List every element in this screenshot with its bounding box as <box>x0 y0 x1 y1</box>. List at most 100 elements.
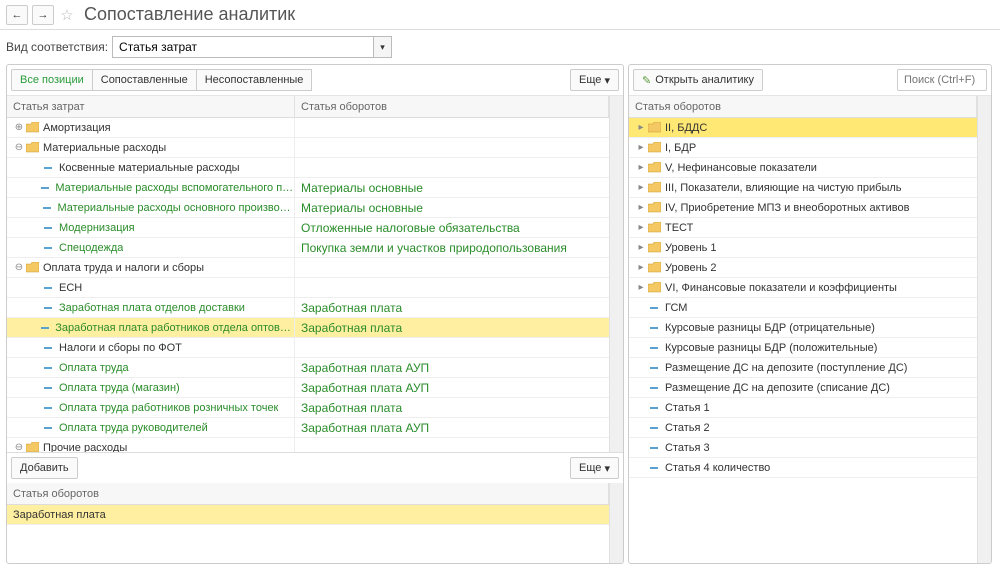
left-scrollbar[interactable] <box>609 96 623 452</box>
folder-icon <box>25 442 39 453</box>
tab-all-positions[interactable]: Все позиции <box>11 69 93 91</box>
leaf-icon <box>41 342 55 354</box>
left-grid-body[interactable]: ⊕ Амортизация ⊖Материальные расходыКосвенн… <box>7 118 609 452</box>
folder-icon <box>647 282 661 294</box>
tree-row[interactable]: Оплата трудаЗаработная плата АУП <box>7 358 609 378</box>
right-tree-row[interactable]: ▸II, БДДС <box>629 118 977 138</box>
expander-icon[interactable]: ▸ <box>635 242 647 253</box>
leaf-icon <box>647 402 661 414</box>
search-input[interactable] <box>897 69 987 91</box>
right-tree-row[interactable]: Курсовые разницы БДР (положительные) <box>629 338 977 358</box>
tree-row[interactable]: Косвенные материальные расходы <box>7 158 609 178</box>
tree-row[interactable]: СпецодеждаПокупка земли и участков приро… <box>7 238 609 258</box>
row-mapping: Заработная плата <box>295 321 609 335</box>
row-mapping: Материалы основные <box>295 201 609 215</box>
expander-icon[interactable]: ⊖ <box>13 142 25 153</box>
filter-dropdown-button[interactable]: ▾ <box>374 36 392 58</box>
tree-row[interactable]: Оплата труда работников розничных точекЗ… <box>7 398 609 418</box>
tree-row[interactable]: ⊖Прочие расходы <box>7 438 609 452</box>
tree-row[interactable]: Заработная плата работников отдела оптов… <box>7 318 609 338</box>
tree-row[interactable]: Заработная плата отделов доставкиЗаработ… <box>7 298 609 318</box>
row-label: Уровень 1 <box>665 242 717 254</box>
expander-icon[interactable]: ▸ <box>635 282 647 293</box>
right-tree-row[interactable]: ▸ Уровень 1 <box>629 238 977 258</box>
expander-icon[interactable]: ⊕ <box>13 122 25 133</box>
nav-forward-button[interactable]: → <box>32 5 54 25</box>
right-col-header[interactable]: Статья оборотов <box>629 96 977 117</box>
folder-icon <box>647 162 661 174</box>
bottom-row[interactable]: Заработная плата <box>7 505 609 525</box>
expander-icon[interactable]: ▸ <box>635 202 647 213</box>
folder-icon <box>647 262 661 274</box>
right-tree-row[interactable]: ▸III, Показатели, влияющие на чистую при… <box>629 178 977 198</box>
right-tree-row[interactable]: ГСМ <box>629 298 977 318</box>
tab-matched[interactable]: Сопоставленные <box>92 69 197 91</box>
open-analytic-button[interactable]: ✎ Открыть аналитику <box>633 69 763 91</box>
tree-row[interactable]: МодернизацияОтложенные налоговые обязате… <box>7 218 609 238</box>
tree-row[interactable]: ⊕ Амортизация <box>7 118 609 138</box>
tree-row[interactable]: Оплата труда (магазин)Заработная плата А… <box>7 378 609 398</box>
row-label: Статья 3 <box>665 442 710 454</box>
expander-icon[interactable]: ⊖ <box>13 262 25 273</box>
right-tree-row[interactable]: Статья 1 <box>629 398 977 418</box>
nav-back-button[interactable]: ← <box>6 5 28 25</box>
favorite-star-icon[interactable]: ☆ <box>58 6 76 24</box>
folder-icon <box>25 262 39 274</box>
bottom-scrollbar[interactable] <box>609 483 623 563</box>
left-col-turnover[interactable]: Статья оборотов <box>295 96 609 117</box>
row-label: Спецодежда <box>59 242 123 254</box>
row-label: Амортизация <box>43 122 111 134</box>
tree-row[interactable]: Материальные расходы основного производс… <box>7 198 609 218</box>
row-label: Статья 1 <box>665 402 710 414</box>
right-tree-row[interactable]: ▸Уровень 2 <box>629 258 977 278</box>
right-scrollbar[interactable] <box>977 96 991 563</box>
expander-icon[interactable]: ⊖ <box>13 442 25 452</box>
folder-icon <box>647 222 661 234</box>
right-grid-body[interactable]: ▸II, БДДС▸I, БДР▸V, Нефинансовые показат… <box>629 118 977 563</box>
right-tree-row[interactable]: ▸I, БДР <box>629 138 977 158</box>
right-tree-row[interactable]: Размещение ДС на депозите (списание ДС) <box>629 378 977 398</box>
expander-icon[interactable]: ▸ <box>635 142 647 153</box>
filter-select-input[interactable] <box>112 36 374 58</box>
right-tree-row[interactable]: Курсовые разницы БДР (отрицательные) <box>629 318 977 338</box>
right-tree-row[interactable]: Статья 4 количество <box>629 458 977 478</box>
tree-row[interactable]: ЕСН <box>7 278 609 298</box>
leaf-icon <box>41 242 55 254</box>
row-label: VI, Финансовые показатели и коэффициенты <box>665 282 897 294</box>
row-label: Статья 2 <box>665 422 710 434</box>
right-tree-row[interactable]: Статья 2 <box>629 418 977 438</box>
bottom-grid-body[interactable]: Заработная плата <box>7 505 609 563</box>
tree-row[interactable]: Оплата труда руководителейЗаработная пла… <box>7 418 609 438</box>
folder-icon <box>647 202 661 214</box>
row-label: IV, Приобретение МПЗ и внеоборотных акти… <box>665 202 909 214</box>
expander-icon[interactable]: ▸ <box>635 262 647 273</box>
tree-row[interactable]: Налоги и сборы по ФОТ <box>7 338 609 358</box>
add-button[interactable]: Добавить <box>11 457 78 479</box>
row-label: ТЕСТ <box>665 222 693 234</box>
expander-icon[interactable]: ▸ <box>635 122 647 133</box>
tree-row[interactable]: Материальные расходы вспомогательного пр… <box>7 178 609 198</box>
right-tree-row[interactable]: Размещение ДС на депозите (поступление Д… <box>629 358 977 378</box>
bottom-more-button[interactable]: Еще ▾ <box>570 457 619 479</box>
tab-unmatched[interactable]: Несопоставленные <box>196 69 313 91</box>
left-more-button[interactable]: Еще ▾ <box>570 69 619 91</box>
leaf-icon <box>41 402 55 414</box>
right-tree-row[interactable]: ▸ ТЕСТ <box>629 218 977 238</box>
left-col-costs[interactable]: Статья затрат <box>7 96 295 117</box>
right-tree-row[interactable]: ▸V, Нефинансовые показатели <box>629 158 977 178</box>
folder-icon <box>647 182 661 194</box>
filter-label: Вид соответствия: <box>6 40 108 54</box>
tree-row[interactable]: ⊖Оплата труда и налоги и сборы <box>7 258 609 278</box>
expander-icon[interactable]: ▸ <box>635 162 647 173</box>
right-tree-row[interactable]: Статья 3 <box>629 438 977 458</box>
folder-icon <box>647 122 661 134</box>
expander-icon[interactable]: ▸ <box>635 222 647 233</box>
leaf-icon <box>41 222 55 234</box>
row-label: ГСМ <box>665 302 687 314</box>
tree-row[interactable]: ⊖Материальные расходы <box>7 138 609 158</box>
right-tree-row[interactable]: ▸ IV, Приобретение МПЗ и внеоборотных акт… <box>629 198 977 218</box>
leaf-icon <box>647 322 661 334</box>
right-tree-row[interactable]: ▸ VI, Финансовые показатели и коэффициент… <box>629 278 977 298</box>
bottom-col-header[interactable]: Статья оборотов <box>7 483 609 504</box>
expander-icon[interactable]: ▸ <box>635 182 647 193</box>
